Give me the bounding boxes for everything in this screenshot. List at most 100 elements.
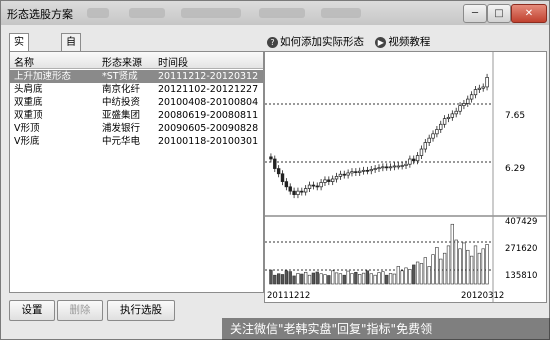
volume-bar: [469, 255, 474, 285]
tab-actual-pattern[interactable]: 实际形态: [9, 33, 29, 99]
row-period: 20080619-20080811: [158, 110, 259, 121]
close-button[interactable]: ✕: [511, 4, 547, 23]
row-name: V形顶: [14, 123, 40, 134]
volume-bar: [435, 247, 439, 285]
candle-body: [280, 173, 285, 182]
row-name: 双重顶: [14, 110, 43, 121]
candle-body: [423, 142, 428, 150]
candle-body: [466, 98, 470, 104]
add-pattern-help-label: 如何添加实际形态: [280, 36, 364, 48]
candle-body: [412, 158, 416, 162]
candle-body: [284, 181, 289, 188]
volume-bar: [288, 271, 292, 285]
volume-bar: [304, 271, 308, 285]
candle-body: [330, 178, 335, 182]
column-header-source[interactable]: 形态来源: [102, 54, 142, 69]
table-header: 名称 形态来源 时间段: [10, 52, 263, 69]
volume-bar: [458, 248, 462, 285]
row-source: 中元华电: [102, 136, 141, 147]
volume-bar: [388, 273, 393, 285]
title-bar: 形态选股方案 ─ □ ✕: [1, 1, 549, 25]
volume-bar: [408, 269, 412, 285]
candle-body: [358, 170, 362, 173]
candle-body: [473, 89, 478, 96]
volume-level-label: 407429: [505, 217, 537, 227]
volume-bar: [300, 273, 304, 285]
row-name: 头肩底: [14, 84, 43, 95]
volume-level-label: 271620: [505, 244, 537, 254]
volume-bar: [385, 274, 389, 285]
help-links: ? 如何添加实际形态 ▶ 视频教程: [267, 34, 430, 50]
candle-body: [334, 176, 339, 180]
candle-body: [477, 87, 482, 90]
volume-bar: [423, 257, 427, 285]
volume-bar: [427, 266, 431, 285]
table-row[interactable]: 上升加速形态 *ST贤成 20111212-20120312: [10, 70, 263, 83]
column-header-name[interactable]: 名称: [14, 54, 34, 69]
tab-custom-pattern[interactable]: 自绘形态: [61, 33, 81, 99]
add-pattern-help-link[interactable]: ? 如何添加实际形态: [267, 36, 367, 48]
price-level-label: 7.65: [505, 111, 525, 121]
watermark-banner: 关注微信"老韩实盘"回复"指标"免费领: [222, 318, 550, 340]
row-source: 浦发银行: [102, 123, 141, 134]
volume-bar: [273, 274, 277, 285]
candle-body: [361, 169, 366, 172]
row-name: 双重底: [14, 97, 43, 108]
volume-bar: [296, 273, 300, 285]
minimize-button[interactable]: ─: [463, 4, 487, 23]
volume-bar: [415, 261, 420, 285]
table-row[interactable]: 双重底 中纺投资 20100408-20100804: [10, 96, 263, 109]
candle-body: [431, 133, 435, 139]
pattern-selection-window: 形态选股方案 ─ □ ✕ 实际形态 自绘形态 ?如何添加实际形态 ▶视频教程 名…: [0, 0, 550, 340]
maximize-button[interactable]: □: [487, 4, 511, 23]
candle-body: [377, 167, 381, 170]
candle-body: [427, 137, 431, 143]
candle-body: [400, 165, 404, 167]
candle-body: [303, 188, 308, 193]
candle-body: [419, 148, 424, 156]
chart-svg: 7.65 6.29 407429 271620 135810 20111212 …: [265, 52, 546, 302]
row-period: 20100408-20100804: [158, 97, 259, 108]
candle-body: [350, 171, 354, 174]
candle-body: [415, 155, 420, 162]
volume-bar: [481, 248, 485, 285]
candle-body: [342, 173, 346, 176]
candle-body: [485, 77, 489, 88]
candle-body: [446, 116, 451, 119]
x-start-label: 20111212: [267, 291, 310, 301]
candle-body: [288, 186, 292, 192]
volume-bar: [315, 271, 319, 285]
candle-body: [273, 158, 277, 169]
run-selection-button[interactable]: 执行选股: [107, 300, 175, 321]
candle-body: [354, 171, 358, 173]
video-tutorial-link[interactable]: ▶ 视频教程: [375, 36, 430, 48]
candle-body: [307, 184, 312, 189]
volume-bar: [354, 271, 358, 285]
candle-body: [396, 165, 400, 168]
table-row[interactable]: V形顶 浦发银行 20090605-20090828: [10, 122, 263, 135]
volume-bar: [338, 273, 343, 285]
volume-bar: [442, 252, 447, 285]
table-row[interactable]: 头肩底 南京化纤 20121102-20121227: [10, 83, 263, 96]
volume-bar: [462, 242, 466, 285]
candle-body: [319, 182, 323, 188]
volume-bar: [473, 245, 478, 285]
candle-body: [450, 113, 455, 118]
table-row[interactable]: 双重顶 亚盛集团 20080619-20080811: [10, 109, 263, 122]
volume-bar: [392, 273, 397, 285]
price-level-label: 6.29: [505, 164, 525, 174]
volume-bar: [419, 263, 424, 285]
question-icon: ?: [267, 36, 278, 48]
volume-bar: [327, 275, 331, 285]
column-header-period[interactable]: 时间段: [158, 54, 188, 69]
settings-button[interactable]: 设置: [9, 300, 55, 321]
candle-body: [338, 173, 343, 177]
volume-level-label: 135810: [505, 271, 537, 281]
row-source: 中纺投资: [102, 97, 141, 108]
volume-bar: [454, 239, 458, 285]
candle-body: [408, 158, 412, 165]
volume-bar: [450, 223, 454, 285]
table-row[interactable]: V形底 中元华电 20100118-20100301: [10, 135, 263, 148]
candle-body: [327, 179, 331, 182]
video-tutorial-label: 视频教程: [388, 36, 431, 48]
